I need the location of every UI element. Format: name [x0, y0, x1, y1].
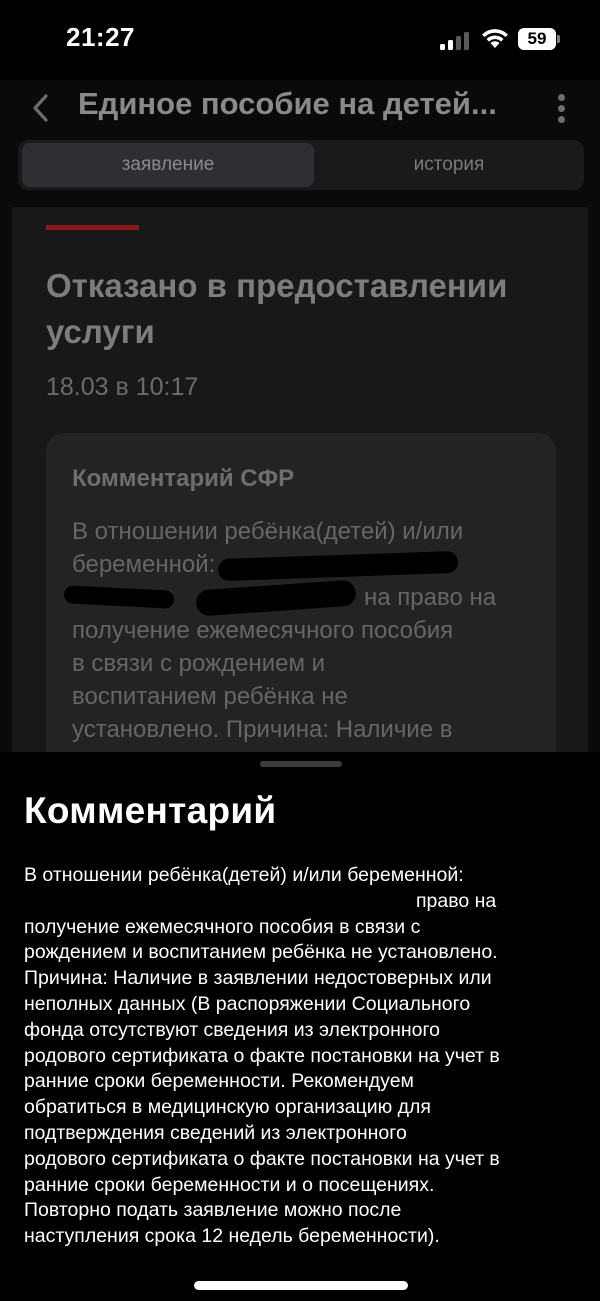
- comment-line: воспитанием ребёнка не: [72, 683, 348, 710]
- tab-history[interactable]: история: [318, 143, 580, 187]
- sheet-line: неполных данных (В распоряжении Социальн…: [24, 992, 471, 1015]
- sheet-title: Комментарий: [24, 790, 277, 831]
- app-header: Единое пособие на детей...: [0, 80, 600, 136]
- status-date: 18.03 в 10:17: [46, 373, 199, 401]
- sheet-line: родового сертификата о факте постановки …: [24, 1044, 500, 1067]
- chevron-left-icon[interactable]: [28, 92, 54, 124]
- home-indicator[interactable]: [194, 1281, 408, 1290]
- comment-card[interactable]: Комментарий СФР В отношении ребёнка(дете…: [46, 433, 556, 752]
- signal-icon: [440, 30, 472, 50]
- comment-line: установлено. Причина: Наличие в: [72, 716, 453, 743]
- battery-level: 59: [518, 28, 556, 50]
- comment-bottom-sheet: Комментарий В отношении ребёнка(детей) и…: [0, 752, 600, 1301]
- comment-line: в связи с рождением и: [72, 650, 326, 677]
- sheet-line: В отношении ребёнка(детей) и/или беремен…: [24, 864, 464, 886]
- status-time: 21:27: [66, 22, 135, 52]
- comment-card-text: В отношении ребёнка(детей) и/или беремен…: [72, 515, 542, 746]
- battery-icon: 59: [518, 28, 560, 50]
- sheet-line: рождением и воспитанием ребёнка не устан…: [24, 941, 498, 964]
- sheet-line: Повторно подать заявление можно после: [24, 1199, 402, 1222]
- sheet-grabber[interactable]: [260, 761, 342, 767]
- sheet-line: родового сертификата о факте постановки …: [24, 1147, 500, 1170]
- tab-application[interactable]: заявление: [22, 143, 314, 187]
- more-vertical-icon[interactable]: [552, 90, 572, 126]
- segmented-control: заявление история: [18, 140, 584, 190]
- sheet-line: обратиться в медицинскую организацию для: [24, 1096, 431, 1119]
- wifi-icon: [480, 26, 510, 50]
- status-bar: 21:27 59: [0, 0, 600, 80]
- sheet-line: фонда отсутствуют сведения из электронно…: [24, 1018, 440, 1041]
- comment-line: получение ежемесячного пособия: [72, 617, 454, 644]
- page-title: Единое пособие на детей...: [78, 86, 497, 121]
- status-accent-line: [46, 225, 139, 230]
- sheet-line: Причина: Наличие в заявлении недостоверн…: [24, 967, 492, 990]
- sheet-line: получение ежемесячного пособия в связи с: [24, 915, 421, 938]
- status-title: Отказано в предоставлении услуги: [46, 267, 508, 350]
- comment-card-title: Комментарий СФР: [72, 465, 295, 492]
- sheet-text: В отношении ребёнка(детей) и/или беремен…: [24, 863, 584, 1250]
- sheet-line: ранние сроки беременности и о посещениях…: [24, 1173, 435, 1196]
- sheet-line: ранние сроки беременности. Рекомендуем: [24, 1070, 414, 1093]
- sheet-line: наступления срока 12 недель беременности…: [24, 1225, 440, 1248]
- status-card: Отказано в предоставлении услуги 18.03 в…: [12, 207, 588, 752]
- comment-line: В отношении ребёнка(детей) и/или: [72, 518, 464, 545]
- sheet-line: право на: [416, 889, 497, 912]
- sheet-line: подтверждения сведений из электронного: [24, 1121, 407, 1144]
